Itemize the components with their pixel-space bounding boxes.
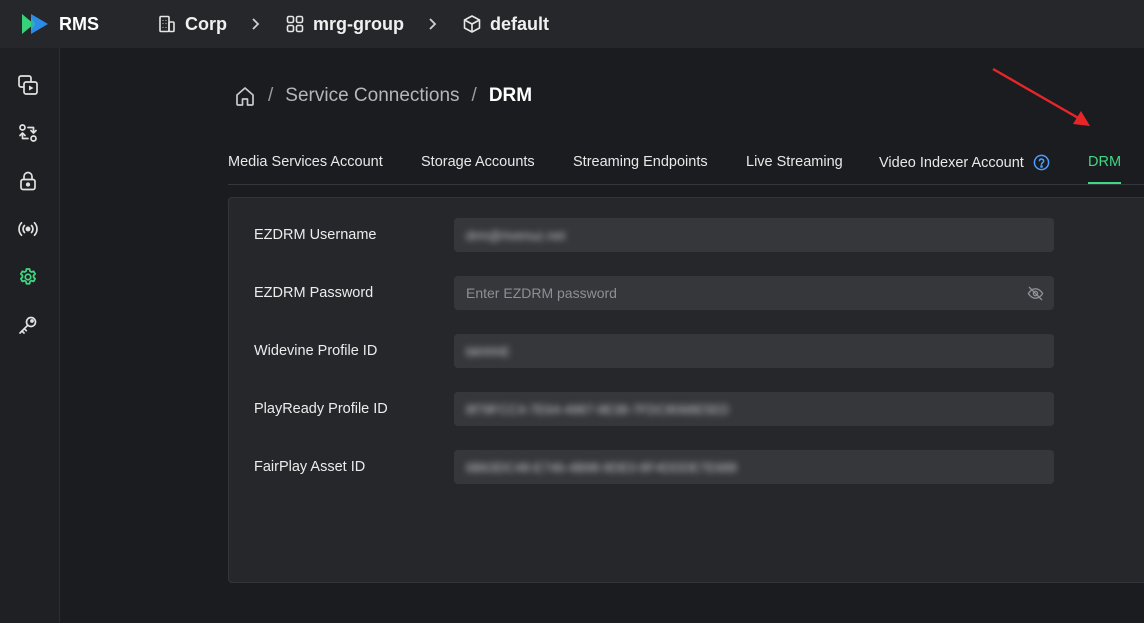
ezdrm-username-label: EZDRM Username xyxy=(254,227,377,243)
top-bar: RMS Corp mrg-group default xyxy=(0,0,1144,48)
left-rail xyxy=(0,48,60,623)
annotation-arrow-icon xyxy=(992,67,1090,126)
chevron-right-icon xyxy=(429,18,437,30)
tab-live-streaming[interactable]: Live Streaming xyxy=(746,154,843,170)
help-icon[interactable] xyxy=(1033,154,1050,171)
tab-media-services-account[interactable]: Media Services Account xyxy=(228,154,383,170)
tab-streaming-endpoints[interactable]: Streaming Endpoints xyxy=(573,154,708,170)
fairplay-asset-id-value: 6B63DC48-E746-4B98-9DE0-8F4DDDE7E688 xyxy=(466,459,737,475)
playready-profile-id-field[interactable]: 8f78FCC4-7E64-4987-9E38-7FDC8068E5ED xyxy=(454,392,1054,426)
key-icon xyxy=(19,316,37,334)
home-icon[interactable] xyxy=(234,85,256,107)
crumb-corp[interactable]: Corp xyxy=(157,14,227,35)
tab-storage-accounts[interactable]: Storage Accounts xyxy=(421,154,535,170)
brand[interactable]: RMS xyxy=(22,14,99,35)
tab-video-indexer-account[interactable]: Video Indexer Account xyxy=(879,154,1050,171)
crumb-default[interactable]: default xyxy=(462,14,549,35)
rms-logo-icon xyxy=(22,14,48,34)
page-title: DRM xyxy=(488,85,533,106)
crumb-mrg-group[interactable]: mrg-group xyxy=(285,14,404,35)
broadcast-icon xyxy=(18,221,38,237)
ezdrm-username-field[interactable]: drm@rivenuz.net xyxy=(454,218,1054,252)
building-icon xyxy=(159,15,175,33)
breadcrumb: / Service Connections / DRM xyxy=(234,84,532,108)
widevine-profile-id-value: bkhhhE xyxy=(466,343,511,359)
app-name: RMS xyxy=(59,13,99,34)
ezdrm-password-label: EZDRM Password xyxy=(254,285,374,301)
fairplay-asset-id-label: FairPlay Asset ID xyxy=(254,459,366,475)
lock-icon xyxy=(20,171,36,191)
ezdrm-username-value: drm@rivenuz.net xyxy=(466,227,566,243)
widevine-profile-id-label: Widevine Profile ID xyxy=(254,343,378,359)
breadcrumb-service-connections[interactable]: Service Connections xyxy=(285,85,459,107)
rail-media-button[interactable] xyxy=(16,73,40,97)
crumb-mrg-group-label: mrg-group xyxy=(313,13,404,34)
rail-sync-button[interactable] xyxy=(16,121,40,145)
ezdrm-password-field-wrapper xyxy=(454,276,1054,310)
widevine-profile-id-field[interactable]: bkhhhE xyxy=(454,334,1054,368)
tab-bar: Media Services Account Storage Accounts … xyxy=(228,142,1144,185)
drm-settings-panel: EZDRM Username drm@rivenuz.net EZDRM Pas… xyxy=(228,197,1144,583)
rail-lock-button[interactable] xyxy=(16,169,40,193)
eye-off-icon[interactable] xyxy=(1027,285,1044,302)
crumb-default-label: default xyxy=(489,13,549,34)
sync-icon xyxy=(19,124,37,142)
breadcrumb-separator: / xyxy=(471,85,477,106)
playready-profile-id-label: PlayReady Profile ID xyxy=(254,401,388,417)
playready-profile-id-value: 8f78FCC4-7E64-4987-9E38-7FDC8068E5ED xyxy=(466,401,730,417)
crumb-corp-label: Corp xyxy=(185,13,227,34)
fairplay-asset-id-field[interactable]: 6B63DC48-E746-4B98-9DE0-8F4DDDE7E688 xyxy=(454,450,1054,484)
breadcrumb-separator: / xyxy=(268,85,274,106)
rail-broadcast-button[interactable] xyxy=(16,217,40,241)
tab-drm[interactable]: DRM xyxy=(1088,154,1122,184)
media-icon xyxy=(18,75,38,95)
rail-settings-button[interactable] xyxy=(16,265,40,289)
ezdrm-password-input[interactable] xyxy=(466,285,1006,301)
grid-icon xyxy=(286,15,304,33)
chevron-right-icon xyxy=(252,18,260,30)
rail-key-button[interactable] xyxy=(16,313,40,337)
gear-icon xyxy=(19,268,37,285)
cube-icon xyxy=(463,15,481,33)
